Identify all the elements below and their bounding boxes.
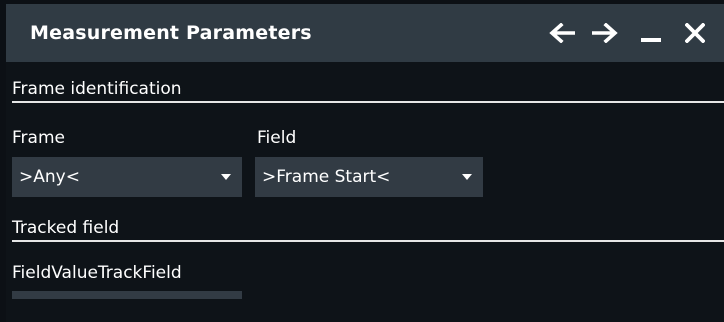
back-button[interactable] xyxy=(542,4,582,62)
dialog-title: Measurement Parameters xyxy=(30,22,312,44)
close-button[interactable] xyxy=(675,4,715,62)
section-header-tracked-field: Tracked field xyxy=(12,218,724,242)
field-combobox[interactable]: >Frame Start< xyxy=(255,157,483,197)
measurement-parameters-dialog: Measurement Parameters Frame identificat… xyxy=(6,4,724,322)
field-value-track-field-label: FieldValueTrackField xyxy=(12,263,182,283)
minimize-button[interactable] xyxy=(631,4,671,62)
arrow-left-icon xyxy=(549,23,575,43)
frame-combobox-value: >Any< xyxy=(19,167,80,187)
field-label: Field xyxy=(257,128,297,148)
frame-combobox[interactable]: >Any< xyxy=(12,157,242,197)
section-header-frame-identification: Frame identification xyxy=(12,79,724,103)
minimize-icon xyxy=(641,38,661,42)
title-bar[interactable]: Measurement Parameters xyxy=(6,4,724,62)
frame-label: Frame xyxy=(12,128,65,148)
forward-button[interactable] xyxy=(585,4,625,62)
chevron-down-icon xyxy=(462,174,472,180)
close-icon xyxy=(685,23,705,43)
field-combobox-value: >Frame Start< xyxy=(262,167,391,187)
chevron-down-icon xyxy=(221,174,231,180)
arrow-right-icon xyxy=(592,23,618,43)
field-value-track-field-combobox[interactable] xyxy=(12,291,242,299)
